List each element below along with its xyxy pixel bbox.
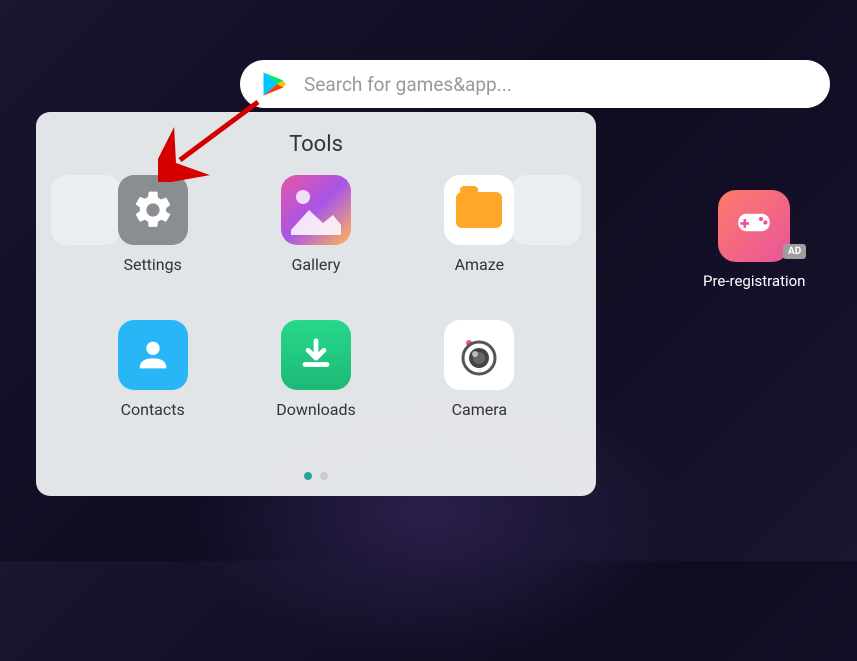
page-indicator[interactable] (304, 472, 328, 480)
tools-panel-title: Tools (56, 132, 576, 157)
search-bar[interactable]: Search for games&app... (240, 60, 830, 108)
app-downloads[interactable]: Downloads (249, 320, 382, 419)
pre-registration-icon: AD (718, 190, 790, 262)
background-app-center-icon (511, 175, 581, 245)
page-dot[interactable] (320, 472, 328, 480)
background-app-browser-icon (51, 175, 121, 245)
app-amaze[interactable]: Amaze (413, 175, 546, 274)
app-label: Camera (452, 400, 507, 419)
ad-badge: AD (783, 244, 806, 259)
contacts-icon (118, 320, 188, 390)
search-placeholder: Search for games&app... (304, 73, 512, 96)
app-label: Contacts (121, 400, 185, 419)
app-grid: Settings Gallery Amaze (56, 175, 576, 419)
amaze-icon (444, 175, 514, 245)
tools-folder-panel: Tools Settings Gallery (36, 112, 596, 496)
app-pre-registration[interactable]: AD Pre-registration (703, 190, 805, 290)
downloads-icon (281, 320, 351, 390)
app-camera[interactable]: Camera (413, 320, 546, 419)
gallery-icon (281, 175, 351, 245)
camera-icon (444, 320, 514, 390)
play-store-icon (260, 70, 288, 98)
app-gallery[interactable]: Gallery (249, 175, 382, 274)
app-contacts[interactable]: Contacts (86, 320, 219, 419)
page-dot-active[interactable] (304, 472, 312, 480)
settings-icon (118, 175, 188, 245)
app-label: Gallery (291, 255, 340, 274)
app-label: Amaze (455, 255, 504, 274)
app-label: Settings (123, 255, 181, 274)
app-settings[interactable]: Settings (86, 175, 219, 274)
app-label: Pre-registration (703, 272, 805, 290)
app-label: Downloads (276, 400, 355, 419)
